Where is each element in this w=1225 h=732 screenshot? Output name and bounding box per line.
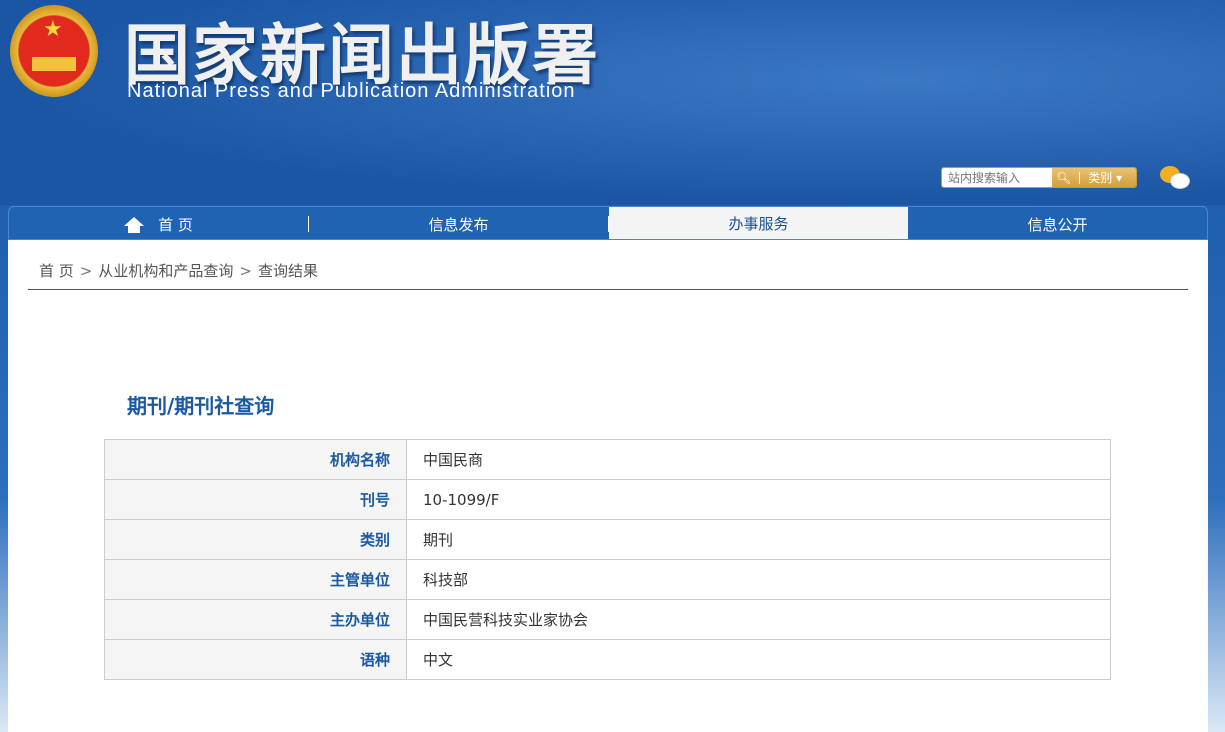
site-header: ★ 国家新闻出版署 National Press and Publication… — [0, 0, 1225, 205]
field-label: 机构名称 — [105, 440, 407, 480]
site-subtitle: National Press and Publication Administr… — [127, 80, 576, 103]
table-row: 语种中文 — [105, 640, 1111, 680]
field-value: 科技部 — [407, 560, 1111, 600]
search-icon: 🔍︎ — [1056, 171, 1071, 185]
breadcrumb: 首 页>从业机构和产品查询>查询结果 — [28, 254, 1188, 290]
field-label: 主管单位 — [105, 560, 407, 600]
field-value: 期刊 — [407, 520, 1111, 560]
page-title: 期刊/期刊社查询 — [127, 390, 274, 419]
table-row: 刊号10-1099/F — [105, 480, 1111, 520]
field-value: 中国民商 — [407, 440, 1111, 480]
breadcrumb-current: 查询结果 — [258, 262, 318, 280]
table-row: 主办单位中国民营科技实业家协会 — [105, 600, 1111, 640]
field-value: 10-1099/F — [407, 480, 1111, 520]
home-icon — [124, 217, 144, 226]
nav-home[interactable]: 首 页 — [9, 216, 309, 232]
field-label: 刊号 — [105, 480, 407, 520]
nav-services[interactable]: 办事服务 — [609, 207, 908, 239]
table-row: 机构名称中国民商 — [105, 440, 1111, 480]
breadcrumb-home[interactable]: 首 页 — [39, 262, 74, 280]
field-label: 语种 — [105, 640, 407, 680]
content: 首 页>从业机构和产品查询>查询结果 期刊/期刊社查询 机构名称中国民商 刊号1… — [8, 240, 1208, 732]
nav-info-release[interactable]: 信息发布 — [309, 216, 609, 232]
result-table: 机构名称中国民商 刊号10-1099/F 类别期刊 主管单位科技部 主办单位中国… — [104, 439, 1111, 680]
field-label: 类别 — [105, 520, 407, 560]
field-value: 中国民营科技实业家协会 — [407, 600, 1111, 640]
main-nav: 首 页 信息发布 办事服务 信息公开 — [8, 206, 1208, 240]
field-value: 中文 — [407, 640, 1111, 680]
breadcrumb-query[interactable]: 从业机构和产品查询 — [98, 262, 233, 280]
table-row: 主管单位科技部 — [105, 560, 1111, 600]
site-search: 🔍︎ 类别 ▾ — [941, 167, 1137, 188]
field-label: 主办单位 — [105, 600, 407, 640]
search-button[interactable]: 🔍︎ 类别 ▾ — [1052, 168, 1136, 187]
national-emblem-logo: ★ — [10, 5, 98, 97]
search-input[interactable] — [942, 168, 1052, 187]
nav-info-disclosure[interactable]: 信息公开 — [908, 216, 1207, 232]
category-dropdown[interactable]: 类别 ▾ — [1088, 169, 1122, 186]
table-row: 类别期刊 — [105, 520, 1111, 560]
